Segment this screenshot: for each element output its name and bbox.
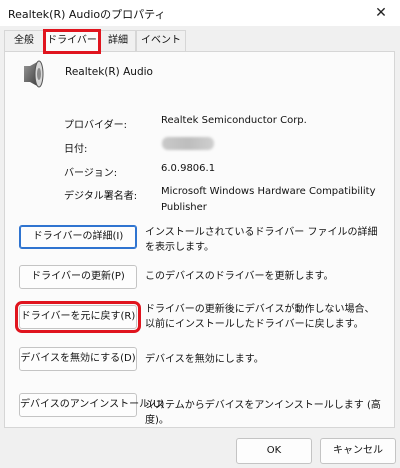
disable-device-button[interactable]: デバイスを無効にする(D) [19, 347, 137, 371]
device-name: Realtek(R) Audio [65, 66, 153, 78]
version-value: 6.0.9806.1 [161, 163, 216, 174]
tab-details[interactable]: 詳細 [100, 30, 136, 52]
rollback-driver-desc: ドライバーの更新後にデバイスが動作しない場合、以前にインストールしたドライバーに… [145, 304, 375, 330]
date-label: 日付: [64, 144, 88, 155]
signer-value: Microsoft Windows Hardware Compatibility… [161, 186, 376, 213]
date-value-redacted [162, 137, 214, 150]
uninstall-device-desc: システムからデバイスをアンインストールします (高度)。 [145, 400, 381, 426]
signer-label: デジタル署名者: [64, 191, 138, 202]
title-bar: Realtek(R) Audioのプロパティ ✕ [0, 0, 400, 26]
speaker-icon [24, 60, 44, 88]
uninstall-device-button[interactable]: デバイスのアンインストール(U) [19, 393, 164, 417]
close-icon[interactable]: ✕ [370, 2, 392, 24]
provider-label: プロバイダー: [64, 120, 127, 131]
disable-device-desc: デバイスを無効にします。 [145, 354, 264, 365]
tab-events[interactable]: イベント [136, 30, 186, 52]
ok-button[interactable]: OK [236, 438, 312, 464]
tab-general[interactable]: 全般 [4, 30, 44, 52]
window-title: Realtek(R) Audioのプロパティ [8, 8, 166, 21]
rollback-driver-button[interactable]: ドライバーを元に戻す(R) [15, 301, 141, 333]
update-driver-desc: このデバイスのドライバーを更新します。 [145, 271, 334, 282]
update-driver-button[interactable]: ドライバーの更新(P) [19, 265, 137, 289]
tab-driver[interactable]: ドライバー [43, 29, 101, 54]
driver-details-desc: インストールされているドライバー ファイルの詳細を表示します。 [145, 227, 378, 253]
cancel-button[interactable]: キャンセル [320, 438, 396, 464]
driver-details-button[interactable]: ドライバーの詳細(I) [19, 225, 137, 249]
version-label: バージョン: [64, 168, 118, 179]
provider-value: Realtek Semiconductor Corp. [161, 115, 307, 126]
